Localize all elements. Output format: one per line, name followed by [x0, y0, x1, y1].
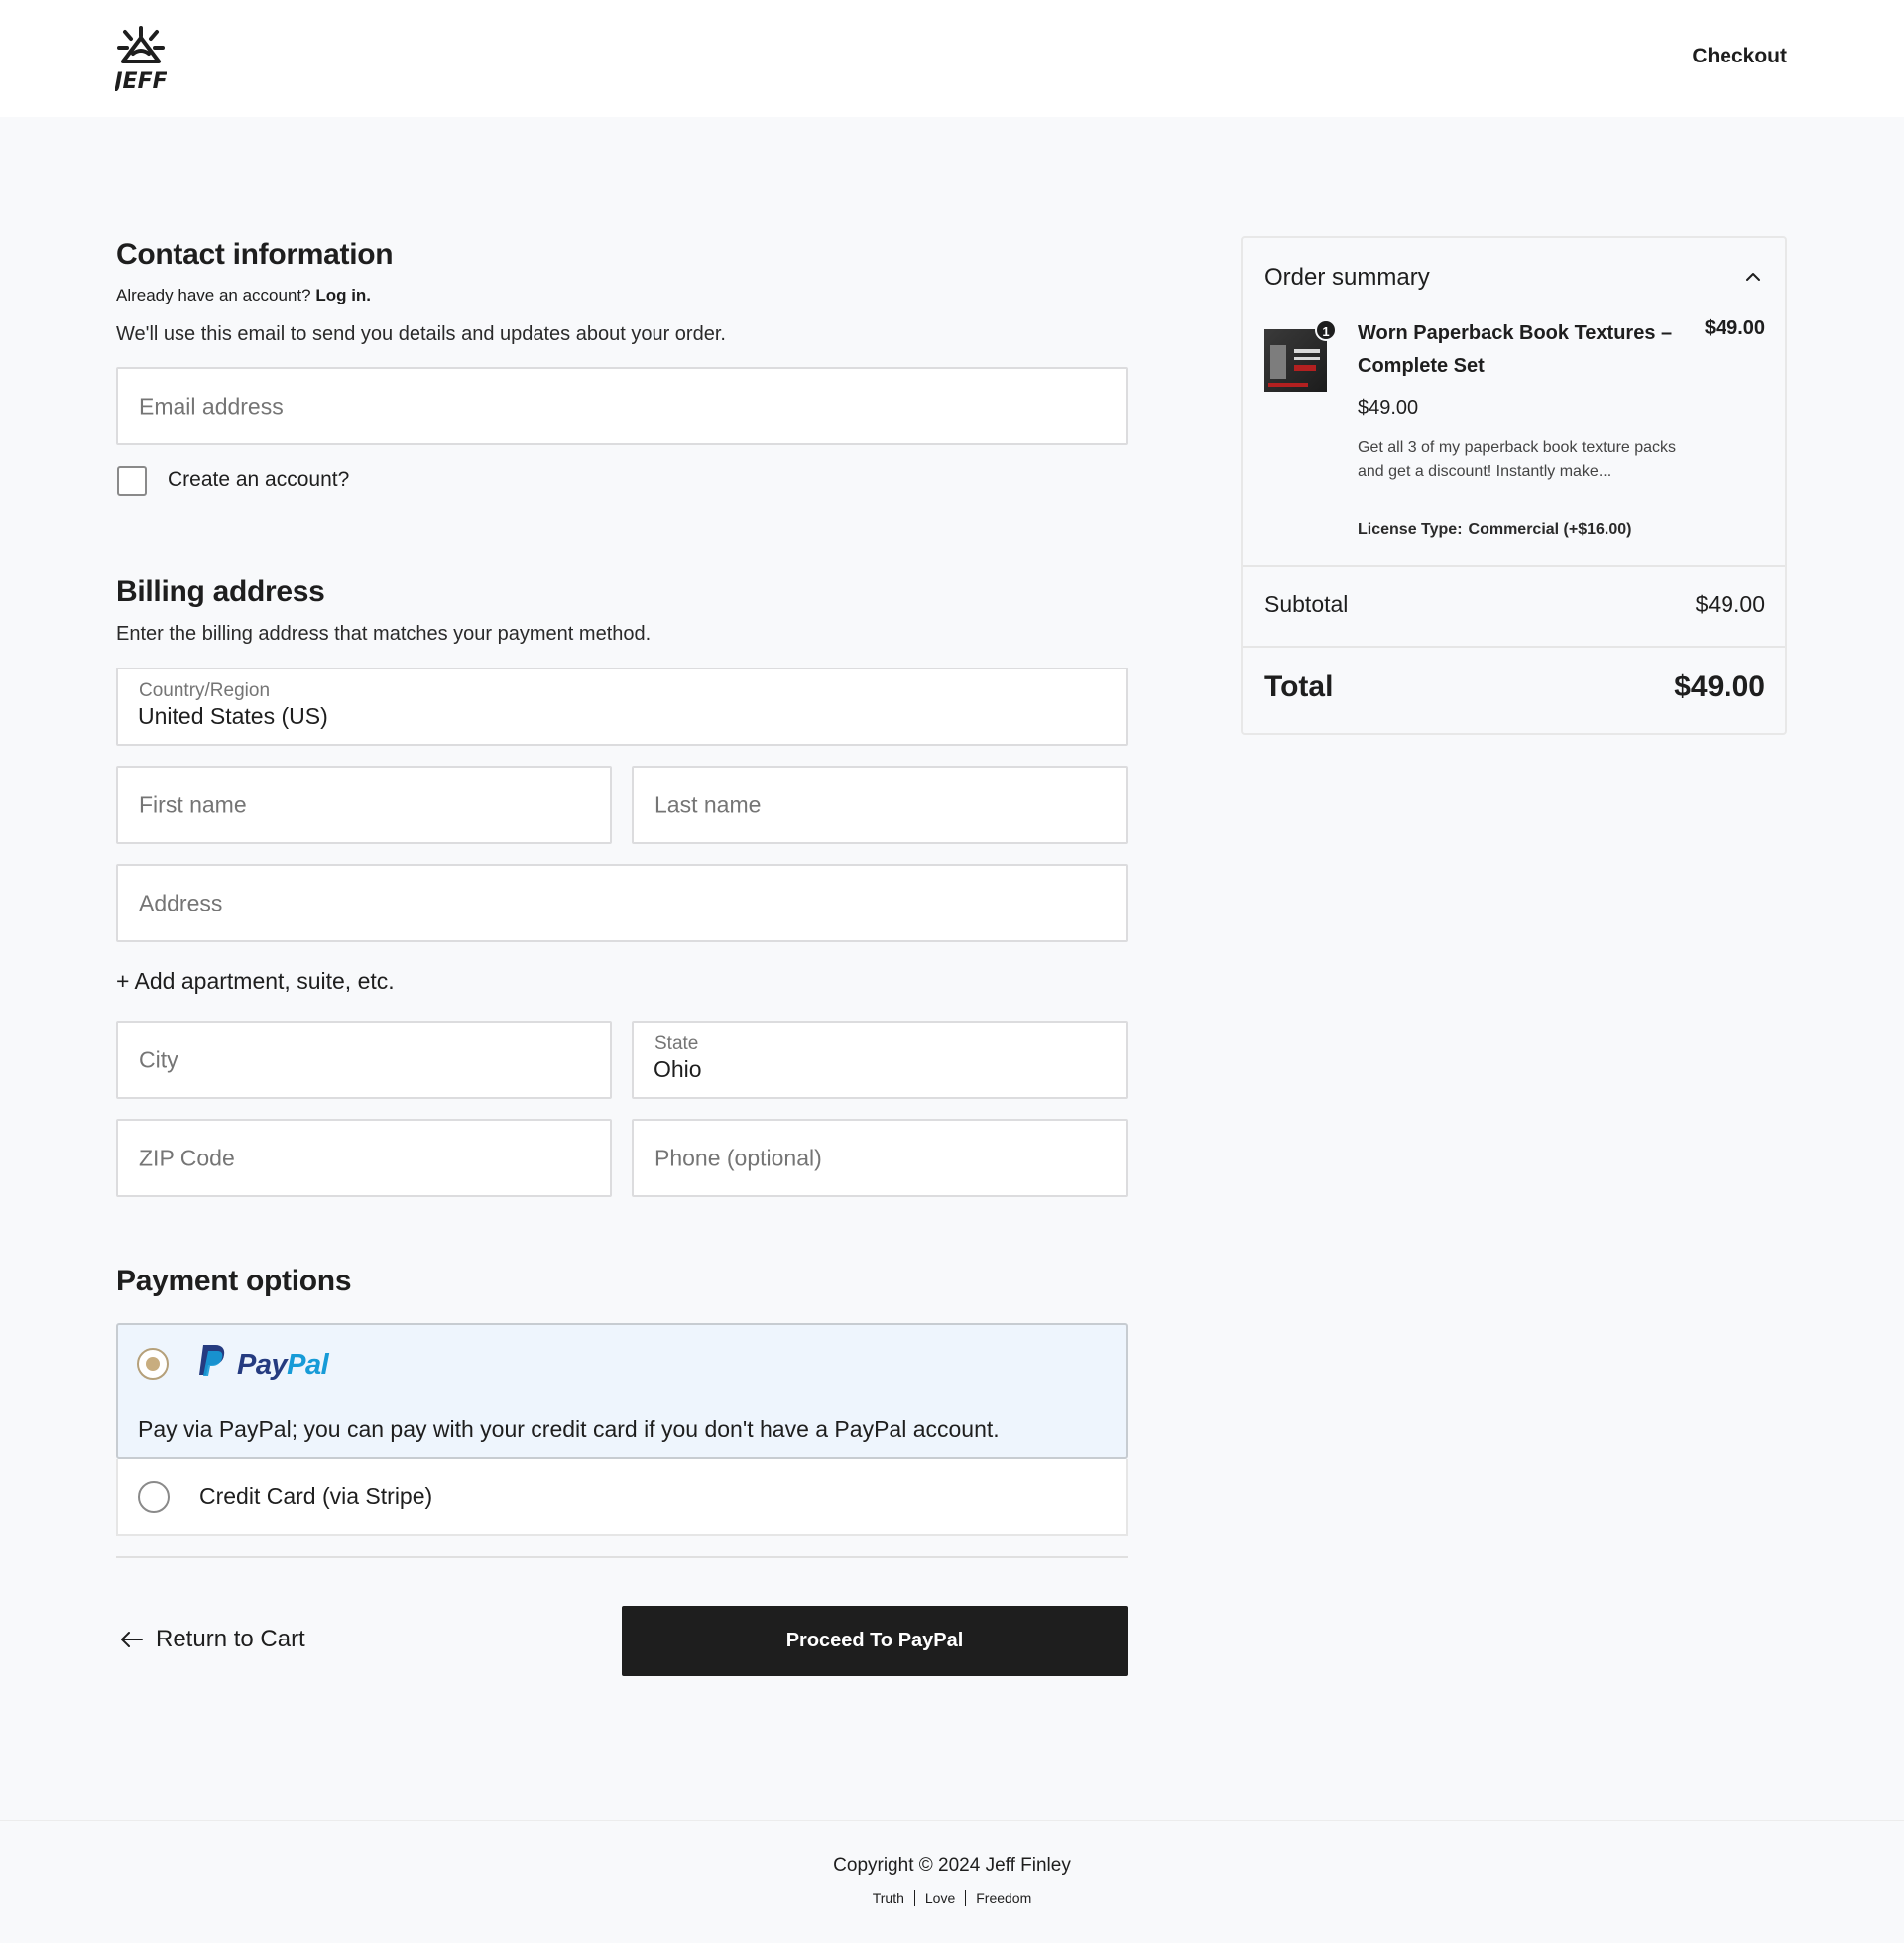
- city-field[interactable]: City: [116, 1021, 612, 1099]
- create-account-label[interactable]: Create an account?: [168, 468, 349, 492]
- last-name-field[interactable]: Last name: [632, 766, 1128, 844]
- add-apartment-link[interactable]: + Add apartment, suite, etc.: [116, 968, 395, 995]
- first-name-placeholder: First name: [139, 791, 247, 817]
- first-name-field[interactable]: First name: [116, 766, 612, 844]
- billing-title: Billing address: [116, 575, 325, 608]
- footer-link-freedom[interactable]: Freedom: [976, 1890, 1031, 1906]
- license-value: Commercial (+$16.00): [1468, 521, 1632, 538]
- paypal-option[interactable]: PayPal Pay via PayPal; you can pay with …: [116, 1323, 1128, 1459]
- phone-placeholder: Phone (optional): [654, 1145, 822, 1170]
- stripe-label[interactable]: Credit Card (via Stripe): [199, 1483, 432, 1510]
- footer-separator: [965, 1890, 967, 1906]
- billing-description: Enter the billing address that matches y…: [116, 623, 652, 645]
- email-field[interactable]: Email address: [116, 367, 1128, 445]
- footer-link-truth[interactable]: Truth: [873, 1890, 904, 1906]
- copyright-text: Copyright © 2024 Jeff Finley: [833, 1855, 1071, 1876]
- contact-title: Contact information: [116, 238, 394, 271]
- return-to-cart-link[interactable]: Return to Cart: [120, 1626, 305, 1653]
- footer-separator: [913, 1890, 915, 1906]
- email-placeholder: Email address: [139, 393, 284, 419]
- footer-divider: [0, 1820, 1904, 1821]
- address-field[interactable]: Address: [116, 864, 1128, 942]
- city-placeholder: City: [139, 1046, 178, 1072]
- contact-description: We'll use this email to send you details…: [116, 323, 726, 345]
- paypal-radio[interactable]: [137, 1348, 169, 1380]
- phone-field[interactable]: Phone (optional): [632, 1119, 1128, 1197]
- stripe-radio[interactable]: [138, 1481, 170, 1513]
- paypal-word-pay: Pay: [237, 1349, 288, 1381]
- stripe-option[interactable]: Credit Card (via Stripe): [116, 1459, 1128, 1536]
- paypal-word-pal: Pal: [287, 1349, 329, 1381]
- total-value: $49.00: [1674, 670, 1765, 703]
- have-account-line: Already have an account? Log in.: [116, 286, 371, 305]
- product-line-total: $49.00: [1704, 317, 1765, 339]
- state-value: Ohio: [654, 1056, 702, 1082]
- zip-field[interactable]: ZIP Code: [116, 1119, 612, 1197]
- paypal-description: Pay via PayPal; you can pay with your cr…: [138, 1416, 1000, 1442]
- have-account-text: Already have an account?: [116, 286, 311, 304]
- payment-divider: [116, 1556, 1128, 1558]
- product-license: License Type: Commercial (+$16.00): [1358, 521, 1632, 539]
- state-label: State: [654, 1033, 699, 1054]
- zip-placeholder: ZIP Code: [139, 1145, 235, 1170]
- paypal-p-icon: [199, 1345, 225, 1376]
- order-summary-title[interactable]: Order summary: [1264, 264, 1430, 292]
- checkout-link[interactable]: Checkout: [1692, 45, 1787, 68]
- chevron-up-icon[interactable]: [1745, 272, 1761, 282]
- summary-divider: [1243, 646, 1785, 648]
- order-summary: Order summary 1 Worn Paperback Book Text…: [1241, 236, 1787, 735]
- logo-text: JEFF: [115, 69, 167, 91]
- jeff-logo[interactable]: JEFF: [110, 26, 168, 94]
- product-name: Worn Paperback Book Textures – Complete …: [1358, 322, 1673, 377]
- login-link[interactable]: Log in.: [315, 286, 371, 304]
- subtotal-label: Subtotal: [1264, 591, 1349, 617]
- footer-links: Truth Love Freedom: [0, 1890, 1904, 1906]
- country-select[interactable]: Country/Region United States (US): [116, 668, 1128, 746]
- summary-divider: [1243, 565, 1785, 567]
- last-name-placeholder: Last name: [654, 791, 762, 817]
- arrow-left-icon: [121, 1632, 143, 1647]
- quantity-badge: 1: [1315, 319, 1337, 341]
- product-thumbnail: [1264, 329, 1327, 392]
- footer-link-love[interactable]: Love: [925, 1890, 955, 1906]
- return-to-cart-label: Return to Cart: [156, 1626, 305, 1652]
- paypal-wordmark: PayPal: [237, 1349, 329, 1382]
- total-label: Total: [1264, 670, 1334, 703]
- product-description: Get all 3 of my paperback book texture p…: [1358, 439, 1677, 480]
- license-label: License Type:: [1358, 521, 1463, 538]
- state-select[interactable]: State Ohio: [632, 1021, 1128, 1099]
- product-unit-price: $49.00: [1358, 397, 1419, 419]
- site-header: JEFF Checkout: [0, 0, 1904, 117]
- subtotal-value: $49.00: [1695, 591, 1765, 617]
- country-value: United States (US): [138, 703, 328, 729]
- proceed-to-paypal-button[interactable]: Proceed To PayPal: [622, 1606, 1128, 1676]
- country-label: Country/Region: [139, 680, 271, 701]
- payment-title: Payment options: [116, 1265, 352, 1297]
- create-account-checkbox[interactable]: [117, 466, 147, 496]
- address-placeholder: Address: [139, 890, 223, 915]
